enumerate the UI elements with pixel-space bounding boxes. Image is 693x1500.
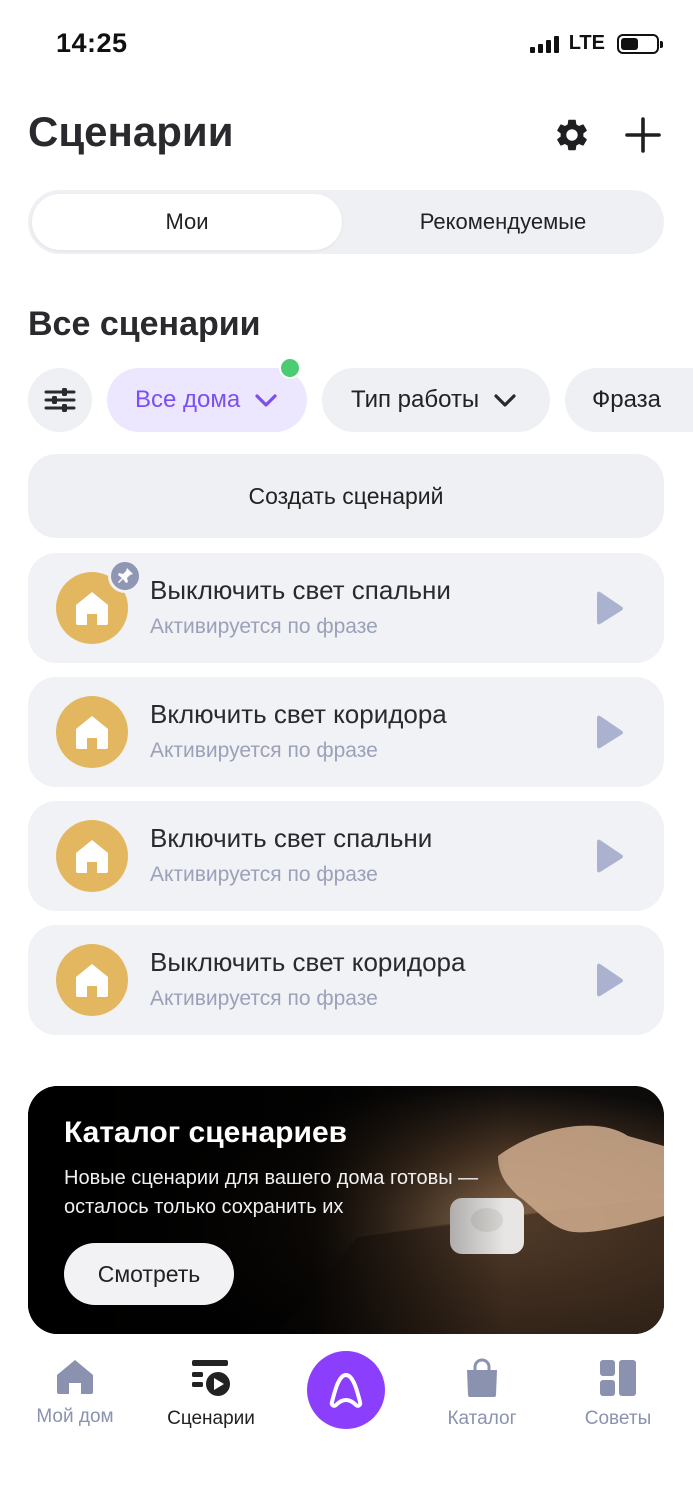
nav-label: Мой дом [36,1406,114,1427]
scenario-name: Выключить свет спальни [150,575,451,605]
filter-chip-phrase[interactable]: Фраза [565,368,693,432]
nav-scenarios[interactable]: Сценарии [151,1358,271,1430]
plus-icon [625,117,661,153]
scenario-name: Выключить свет коридора [150,947,466,977]
scenario-avatar [56,820,128,892]
alice-voice-button[interactable] [307,1351,385,1429]
banner-title: Каталог сценариев [64,1116,348,1149]
section-title: Все сценарии [28,305,261,343]
status-time: 14:25 [56,28,128,58]
play-icon [597,591,623,625]
scenario-card[interactable]: Выключить свет спальни Активируется по ф… [28,553,664,663]
filter-chip-all-homes[interactable]: Все дома [107,368,307,432]
sliders-icon [44,388,76,412]
pin-badge [108,559,142,593]
house-icon [76,716,108,749]
nav-label: Каталог [447,1408,517,1429]
filter-settings-button[interactable] [28,368,92,432]
play-button[interactable] [592,591,626,625]
scenarios-icon [192,1360,230,1396]
scenario-trigger: Активируется по фразе [150,615,378,638]
page-title: Сценарии [28,108,234,155]
scenario-avatar [56,944,128,1016]
house-icon [76,840,108,873]
add-scenario-button[interactable] [620,112,666,158]
scenario-card[interactable]: Включить свет спальни Активируется по фр… [28,801,664,911]
scenario-trigger: Активируется по фразе [150,987,378,1010]
view-catalog-button[interactable]: Смотреть [64,1243,234,1305]
house-icon [76,964,108,997]
settings-button[interactable] [549,112,595,158]
play-icon [597,715,623,749]
battery-icon [617,33,663,54]
play-button[interactable] [592,963,626,997]
status-indicators: LTE [529,32,663,55]
scenario-card[interactable]: Включить свет коридора Активируется по ф… [28,677,664,787]
signal-icon [529,35,559,53]
network-type: LTE [568,32,605,54]
scenario-avatar [56,696,128,768]
play-button[interactable] [592,839,626,873]
create-scenario-button[interactable]: Создать сценарий [28,454,664,538]
nav-catalog[interactable]: Каталог [422,1358,542,1430]
alice-icon [329,1373,363,1408]
pin-icon [118,568,133,583]
chip-label: Фраза [592,386,662,413]
nav-label: Советы [584,1408,652,1429]
gear-icon [557,119,587,151]
scenario-name: Включить свет коридора [150,699,447,729]
chip-label: Все дома [135,386,241,413]
tips-grid-icon [600,1360,636,1396]
scenario-trigger: Активируется по фразе [150,739,378,762]
chip-label: Тип работы [351,386,480,413]
play-icon [597,839,623,873]
shopping-bag-icon [467,1358,497,1397]
banner-description: Новые сценарии для вашего дома готовы — … [64,1167,479,1218]
scenario-name: Включить свет спальни [150,823,433,853]
scenario-tabs: Мои Рекомендуемые [28,190,664,254]
chevron-down-icon [254,392,278,408]
scenario-trigger: Активируется по фразе [150,863,378,886]
house-icon [57,1360,93,1394]
play-button[interactable] [592,715,626,749]
filter-active-badge [279,357,301,379]
tab-my[interactable]: Мои [32,194,342,250]
nav-my-home[interactable]: Мой дом [15,1358,135,1428]
house-icon [76,592,108,625]
chevron-down-icon [493,392,517,408]
scenario-card[interactable]: Выключить свет коридора Активируется по … [28,925,664,1035]
nav-label: Сценарии [167,1408,255,1429]
nav-tips[interactable]: Советы [558,1358,678,1430]
tab-recommended[interactable]: Рекомендуемые [346,194,660,250]
catalog-banner[interactable]: Каталог сценариев Новые сценарии для ваш… [28,1086,664,1334]
play-icon [597,963,623,997]
filter-chip-work-type[interactable]: Тип работы [322,368,550,432]
